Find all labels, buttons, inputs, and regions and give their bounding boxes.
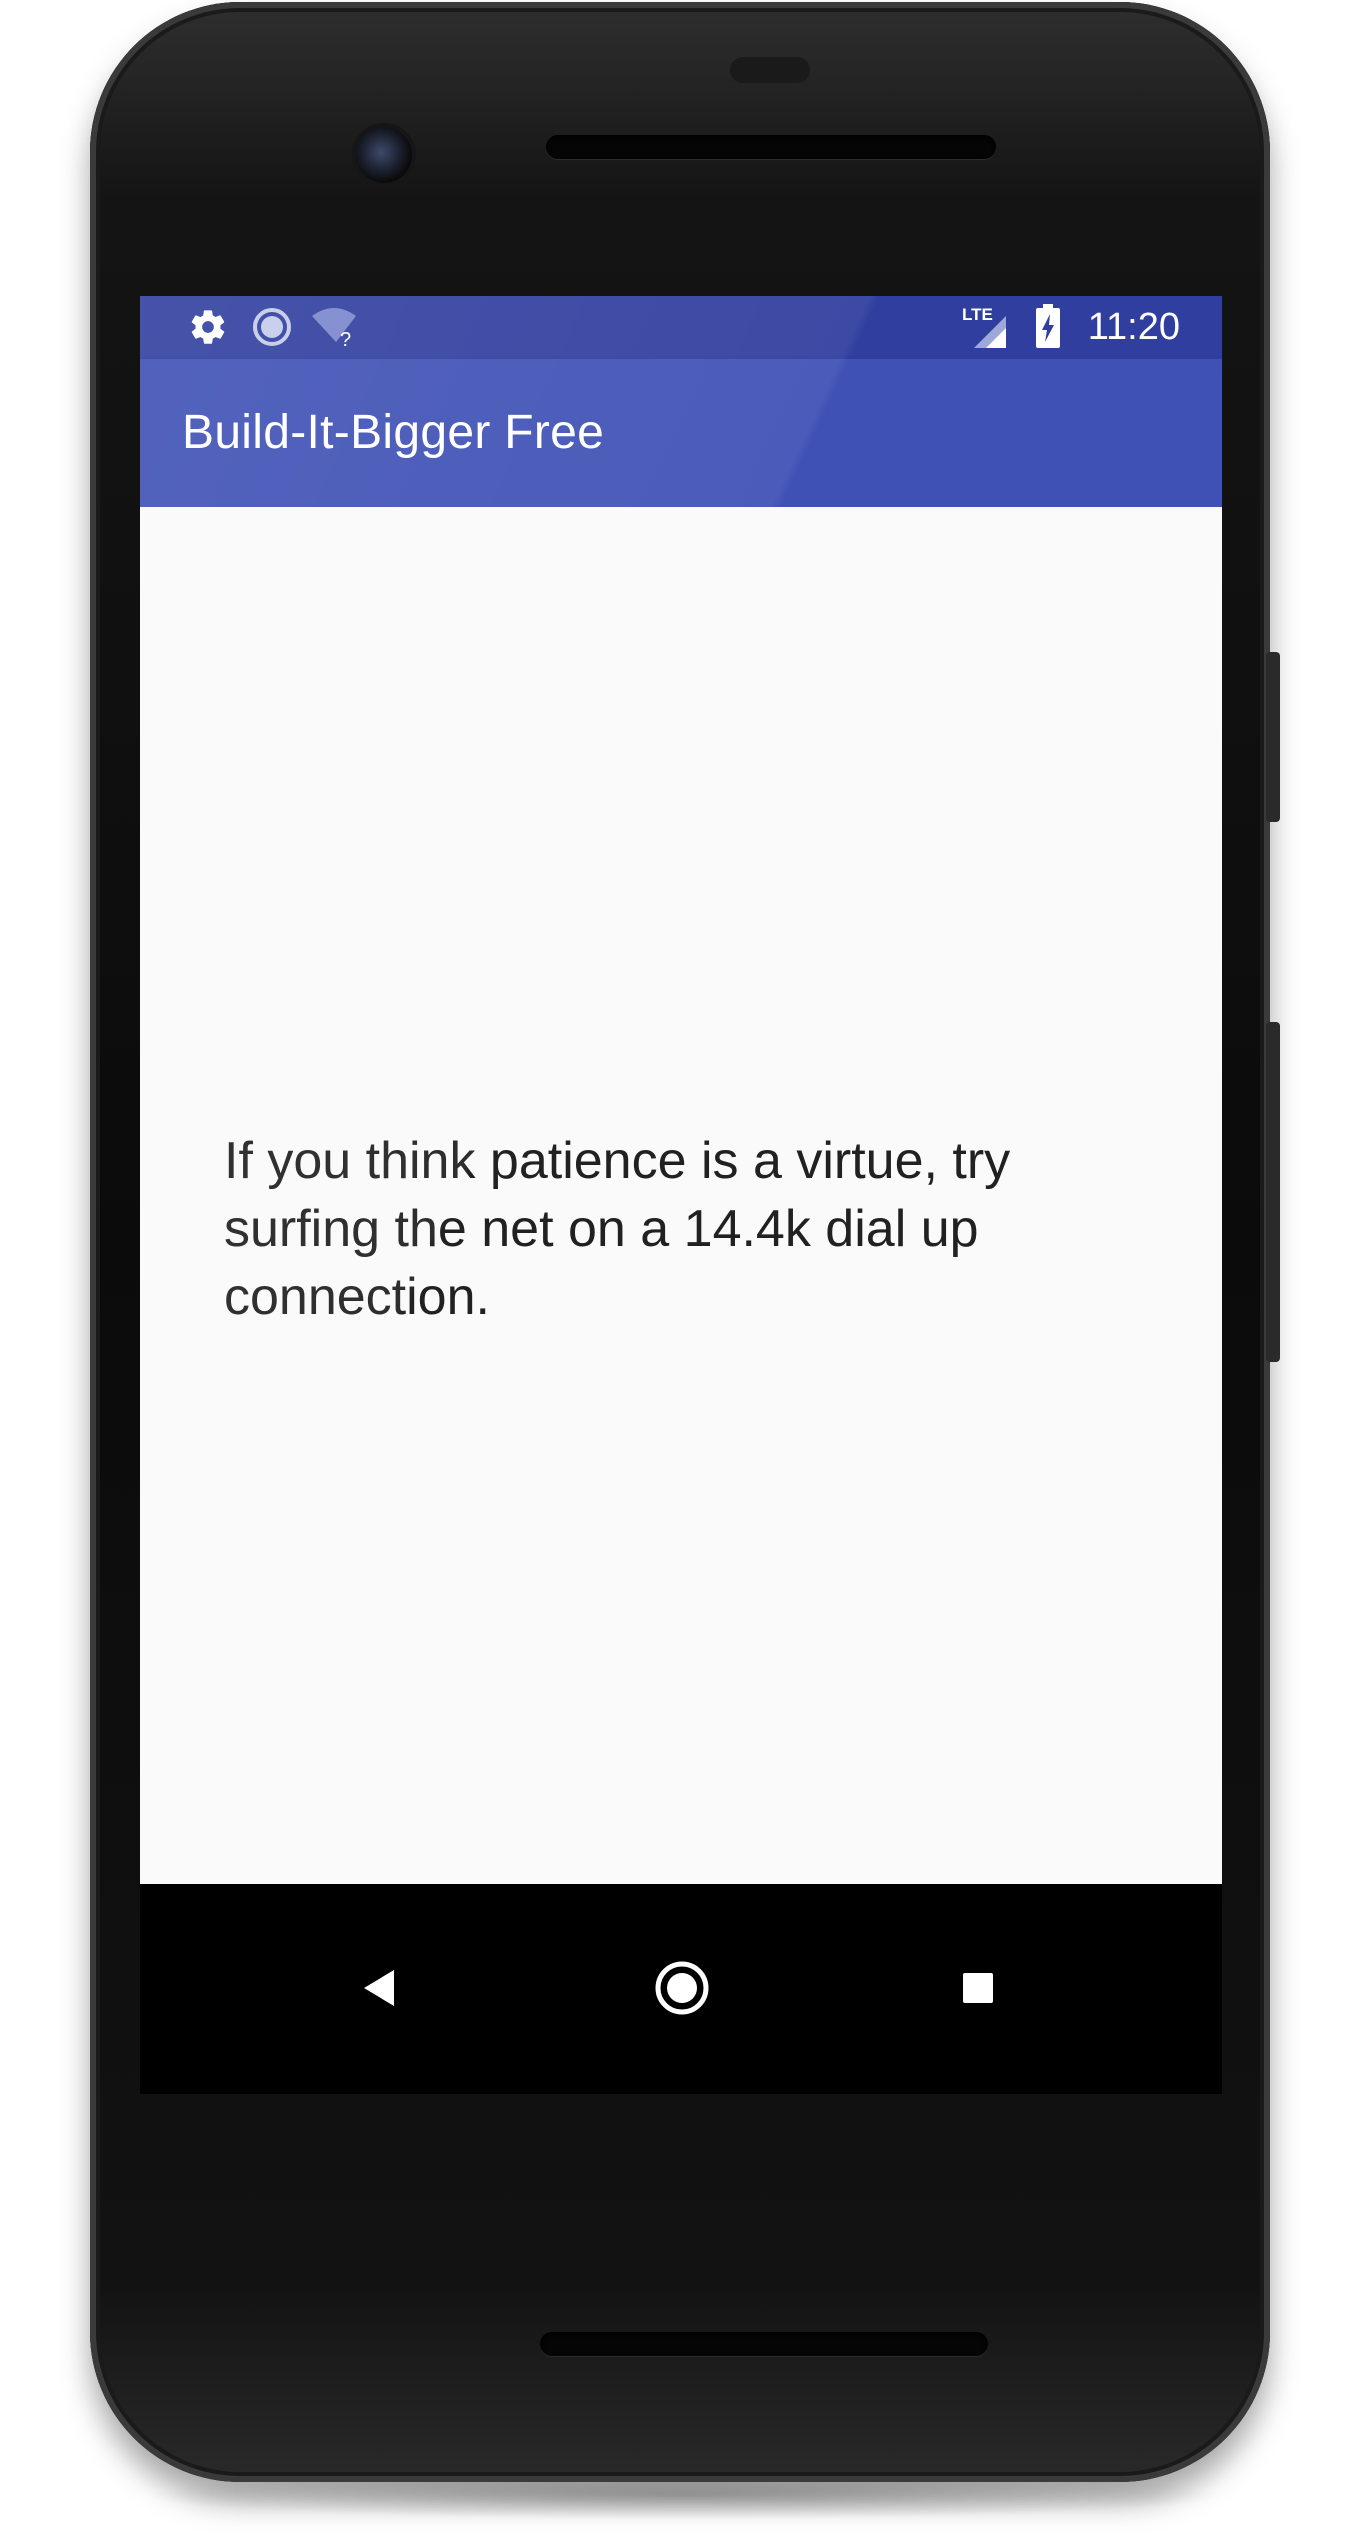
status-bar: ? LTE 11:20 [140, 296, 1222, 359]
front-camera [356, 127, 412, 183]
proximity-sensor [730, 57, 810, 83]
back-icon[interactable] [360, 1966, 400, 2015]
svg-text:?: ? [340, 329, 351, 350]
lte-signal-icon: LTE [962, 302, 1012, 357]
earpiece-speaker [546, 135, 996, 159]
joke-text: If you think patience is a virtue, try s… [224, 1132, 1011, 1326]
svg-text:LTE: LTE [962, 305, 993, 324]
status-time: 11:20 [1087, 306, 1180, 348]
wifi-unknown-icon: ? [310, 304, 360, 355]
sync-icon [252, 307, 292, 352]
volume-button [1266, 1022, 1280, 1362]
home-icon[interactable] [654, 1960, 710, 2021]
gear-icon [188, 307, 228, 352]
bottom-speaker [540, 2332, 988, 2356]
power-button [1266, 652, 1280, 822]
screen: ? LTE 11:20 Build-It-Bigger Free If you … [140, 296, 1222, 2094]
battery-charging-icon [1034, 304, 1062, 355]
joke-content: If you think patience is a virtue, try s… [140, 507, 1222, 2055]
navigation-bar [140, 1884, 1222, 2094]
app-title: Build-It-Bigger Free [182, 406, 605, 459]
app-bar: Build-It-Bigger Free [140, 359, 1222, 507]
recents-icon[interactable] [960, 1970, 996, 2011]
